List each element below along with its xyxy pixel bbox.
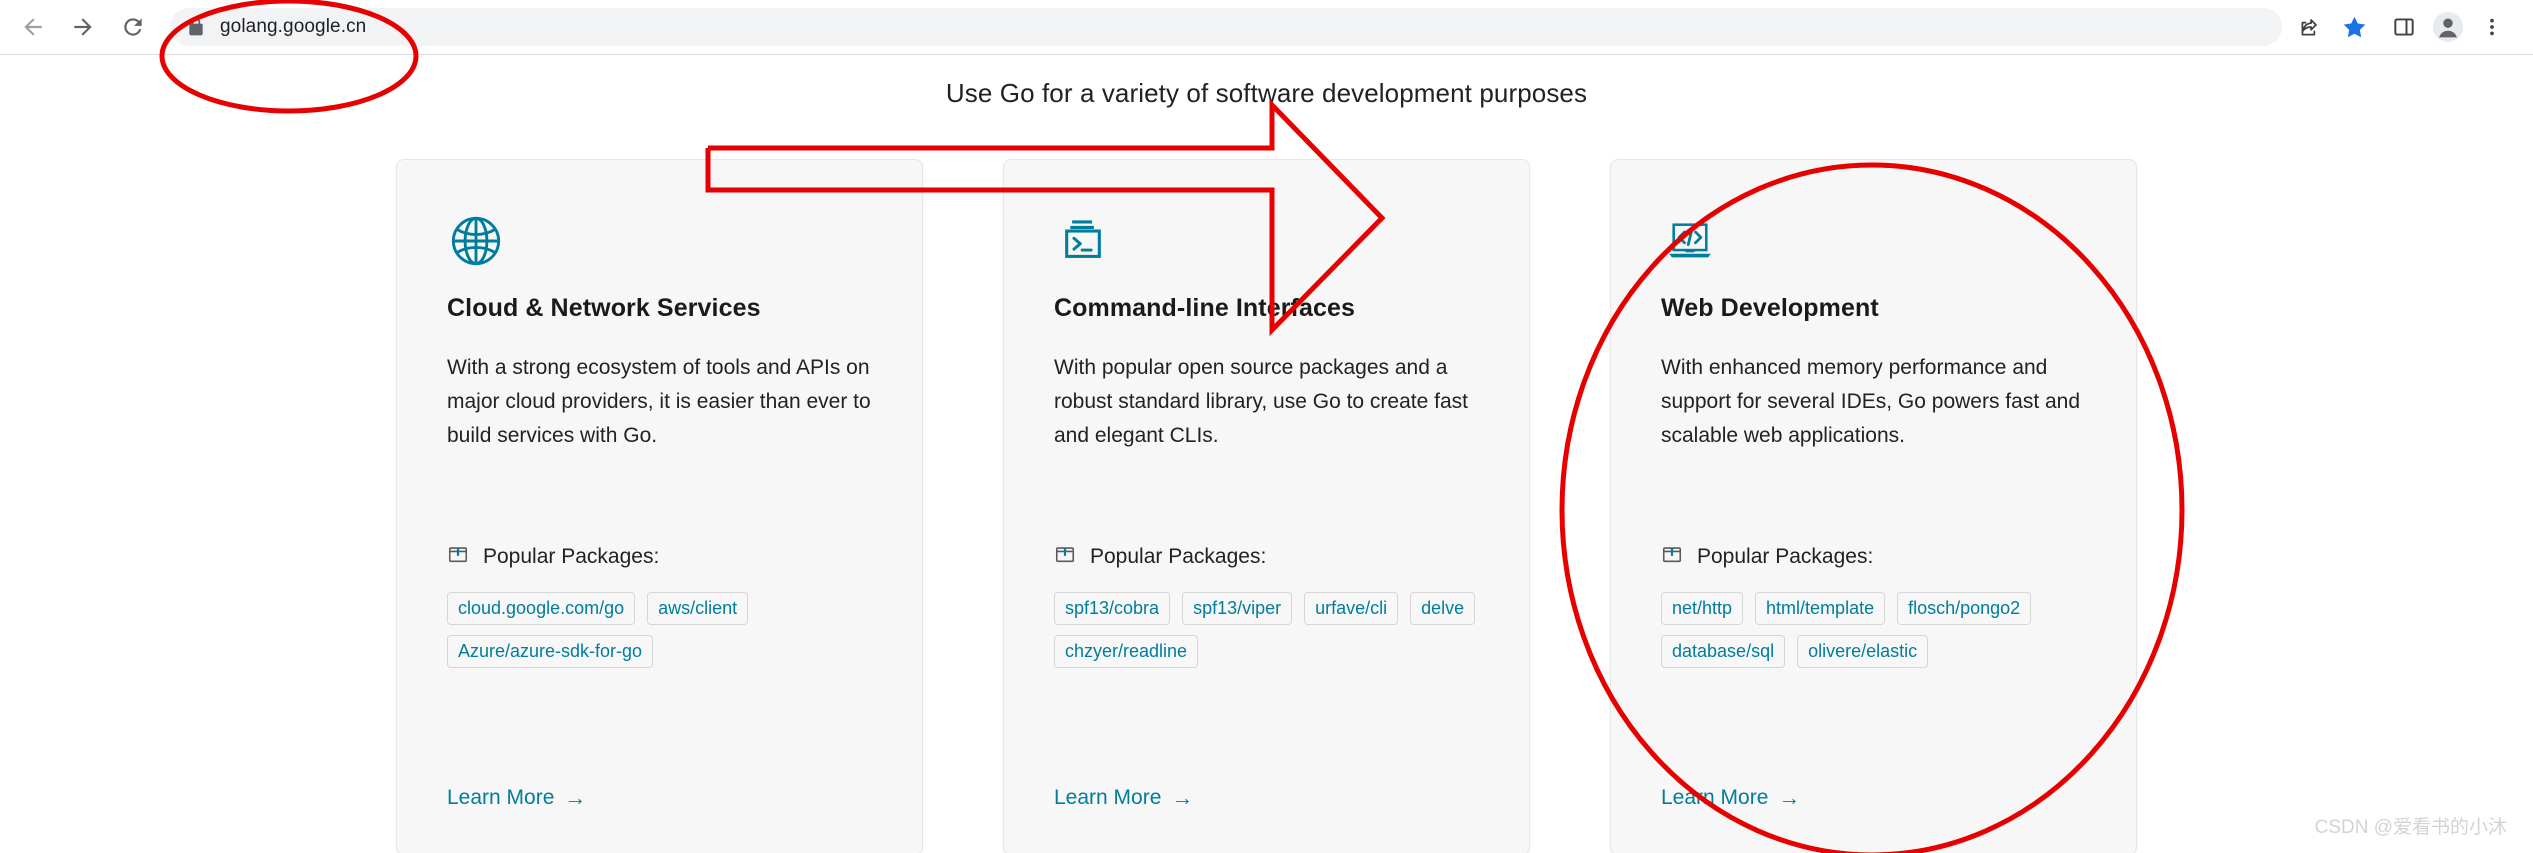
reload-button[interactable] (110, 4, 156, 50)
lock-icon (186, 17, 206, 37)
card-command-line-interfaces[interactable]: Command-line Interfaces With popular ope… (1003, 159, 1530, 853)
share-icon[interactable] (2288, 5, 2332, 49)
address-bar[interactable]: golang.google.cn (170, 8, 2282, 46)
package-tag[interactable]: spf13/cobra (1054, 592, 1170, 625)
page-content: Use Go for a variety of software develop… (0, 55, 2533, 853)
package-tag[interactable]: Azure/azure-sdk-for-go (447, 635, 653, 668)
package-tag[interactable]: cloud.google.com/go (447, 592, 635, 625)
package-tag[interactable]: flosch/pongo2 (1897, 592, 2031, 625)
forward-arrow-icon (70, 14, 96, 40)
popular-packages-header: Popular Packages: (1661, 543, 2086, 570)
popular-packages-header: Popular Packages: (447, 543, 872, 570)
card-description: With popular open source packages and a … (1054, 351, 1479, 487)
feature-cards-row: Cloud & Network Services With a strong e… (396, 159, 2138, 853)
package-tag[interactable]: olivere/elastic (1797, 635, 1928, 668)
card-web-development[interactable]: Web Development With enhanced memory per… (1610, 159, 2137, 853)
popular-packages-header: Popular Packages: (1054, 543, 1479, 570)
watermark: CSDN @爱看书的小沐 (2315, 812, 2507, 839)
package-tag[interactable]: net/http (1661, 592, 1743, 625)
package-tag[interactable]: database/sql (1661, 635, 1785, 668)
package-tag-list: net/http html/template flosch/pongo2 dat… (1661, 592, 2086, 668)
back-arrow-icon (20, 14, 46, 40)
card-description: With a strong ecosystem of tools and API… (447, 351, 872, 487)
package-tag[interactable]: spf13/viper (1182, 592, 1292, 625)
popular-packages-label: Popular Packages: (1090, 545, 1266, 569)
card-description: With enhanced memory performance and sup… (1661, 351, 2086, 487)
package-tag[interactable]: html/template (1755, 592, 1885, 625)
package-tag-list: spf13/cobra spf13/viper urfave/cli delve… (1054, 592, 1479, 668)
learn-more-label: Learn More (1661, 786, 1768, 810)
card-title: Command-line Interfaces (1054, 294, 1479, 323)
learn-more-link[interactable]: Learn More → (447, 786, 586, 810)
learn-more-link[interactable]: Learn More → (1054, 786, 1193, 810)
side-panel-icon[interactable] (2382, 5, 2426, 49)
globe-icon (447, 210, 872, 272)
package-tag[interactable]: delve (1410, 592, 1475, 625)
page-title: Use Go for a variety of software develop… (0, 78, 2533, 109)
package-tag[interactable]: urfave/cli (1304, 592, 1398, 625)
package-tag[interactable]: aws/client (647, 592, 748, 625)
package-box-icon (1054, 543, 1076, 570)
package-tag-list: cloud.google.com/go aws/client Azure/azu… (447, 592, 872, 668)
profile-avatar-icon[interactable] (2426, 5, 2470, 49)
arrow-right-icon: → (564, 787, 586, 809)
package-box-icon (1661, 543, 1683, 570)
arrow-right-icon: → (1778, 787, 1800, 809)
back-button[interactable] (10, 4, 56, 50)
card-title: Cloud & Network Services (447, 294, 872, 323)
package-box-icon (447, 543, 469, 570)
more-menu-icon[interactable] (2470, 5, 2514, 49)
popular-packages-label: Popular Packages: (483, 545, 659, 569)
bookmark-star-icon[interactable] (2332, 5, 2376, 49)
learn-more-label: Learn More (1054, 786, 1161, 810)
card-cloud-network-services[interactable]: Cloud & Network Services With a strong e… (396, 159, 923, 853)
learn-more-link[interactable]: Learn More → (1661, 786, 1800, 810)
forward-button[interactable] (60, 4, 106, 50)
reload-icon (120, 14, 146, 40)
navigation-buttons (10, 4, 156, 50)
toolbar-actions (2288, 5, 2514, 49)
code-laptop-icon (1661, 210, 2086, 272)
browser-toolbar: golang.google.cn (0, 0, 2533, 55)
learn-more-label: Learn More (447, 786, 554, 810)
card-title: Web Development (1661, 294, 2086, 323)
address-bar-url: golang.google.cn (220, 16, 366, 38)
arrow-right-icon: → (1171, 787, 1193, 809)
package-tag[interactable]: chzyer/readline (1054, 635, 1198, 668)
terminal-icon (1054, 210, 1479, 272)
popular-packages-label: Popular Packages: (1697, 545, 1873, 569)
